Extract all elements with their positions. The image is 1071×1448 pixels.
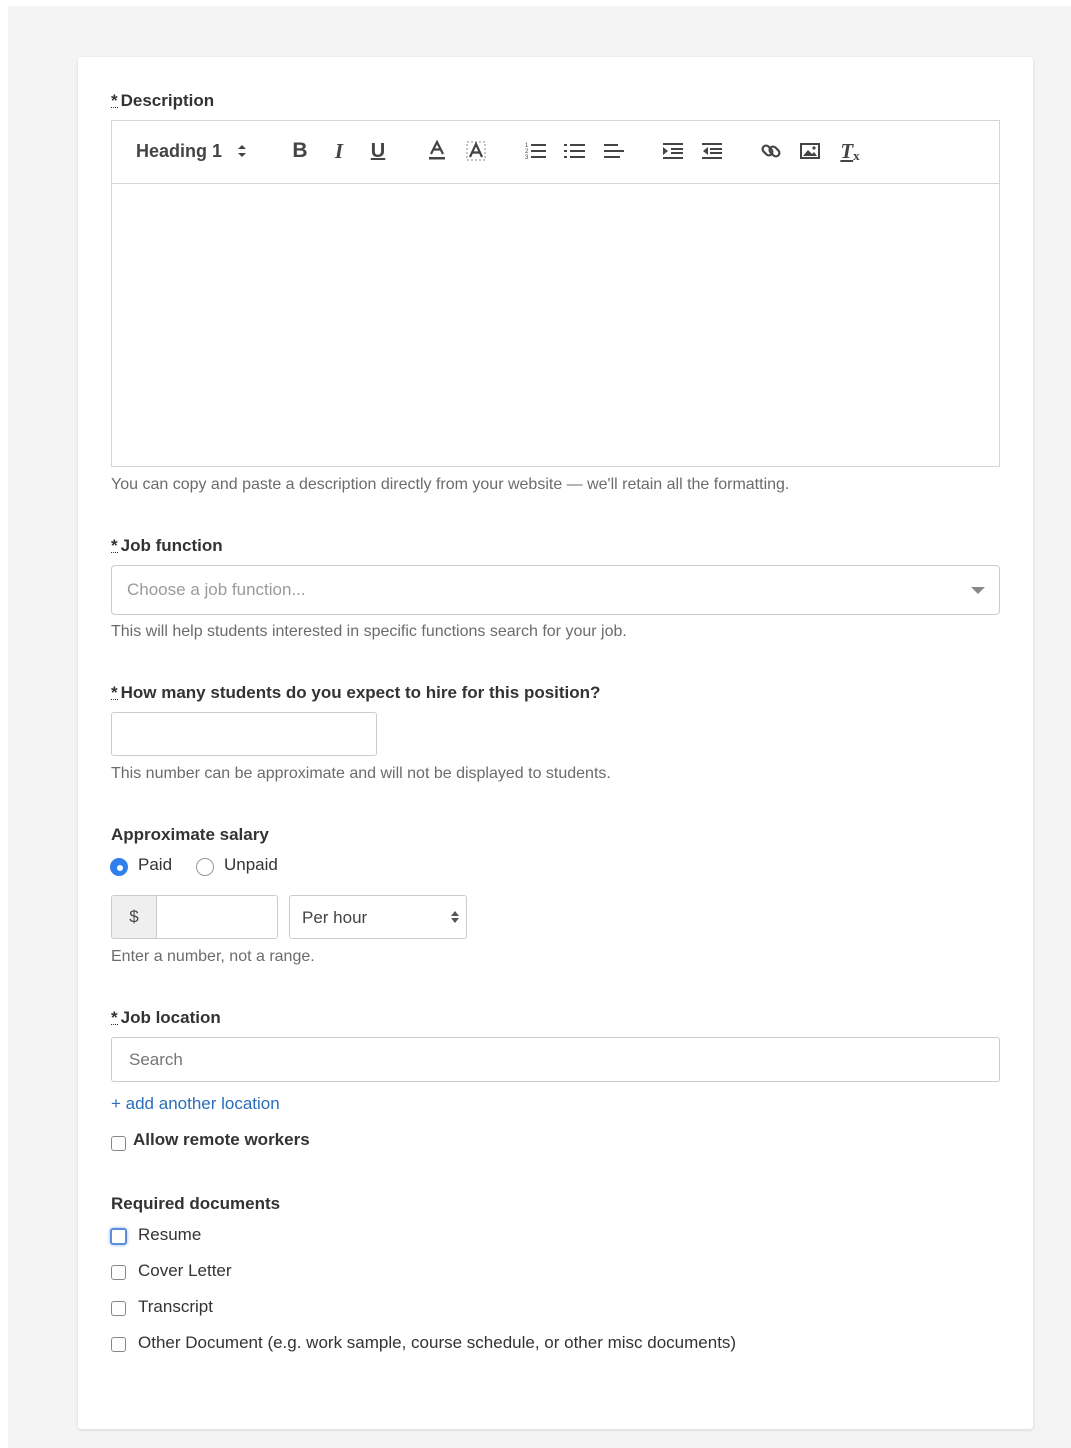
job-form-card: * Description Heading 1 B I U 123 T x Yo… xyxy=(78,57,1033,1429)
resume-checkbox[interactable] xyxy=(110,1228,127,1245)
outdent-icon[interactable] xyxy=(700,137,724,165)
job-function-select[interactable]: Choose a job function... xyxy=(111,565,1000,615)
paid-label: Paid xyxy=(138,855,173,874)
editor-content-area[interactable] xyxy=(112,184,999,466)
salary-amount-input[interactable] xyxy=(158,896,277,938)
salary-period-value: Per hour xyxy=(302,908,368,927)
currency-addon: $ xyxy=(112,896,157,938)
editor-toolbar: Heading 1 B I U 123 T x xyxy=(112,121,999,184)
link-icon[interactable] xyxy=(759,137,783,165)
required-mark: * xyxy=(111,536,118,555)
location-label: * Job location xyxy=(111,1008,221,1027)
page-background: * Description Heading 1 B I U 123 T x Yo… xyxy=(8,6,1071,1448)
other-document-label: Other Document (e.g. work sample, course… xyxy=(138,1333,737,1352)
students-label: * How many students do you expect to hire… xyxy=(111,683,601,702)
underline-icon[interactable]: U xyxy=(366,137,390,165)
clear-format-icon[interactable]: Tx xyxy=(838,137,862,165)
salary-hint: Enter a number, not a range. xyxy=(111,948,315,965)
cover-letter-label: Cover Letter xyxy=(138,1261,232,1280)
documents-label: Required documents xyxy=(111,1194,281,1213)
students-count-input[interactable] xyxy=(111,712,377,756)
bullet-list-icon[interactable] xyxy=(563,137,587,165)
resume-label: Resume xyxy=(138,1225,202,1244)
cover-letter-checkbox[interactable] xyxy=(111,1265,126,1280)
remote-workers-label: Allow remote workers xyxy=(133,1130,310,1149)
updown-icon xyxy=(238,145,247,157)
unpaid-radio[interactable] xyxy=(196,858,214,876)
location-search-input[interactable] xyxy=(111,1037,1000,1082)
description-editor: Heading 1 B I U 123 T x xyxy=(111,120,1000,467)
required-mark: * xyxy=(111,91,118,110)
transcript-checkbox[interactable] xyxy=(111,1301,126,1316)
required-mark: * xyxy=(111,683,118,702)
required-mark: * xyxy=(111,1008,118,1027)
chevron-down-icon xyxy=(971,587,985,594)
job-function-placeholder: Choose a job function... xyxy=(127,580,306,599)
salary-amount-group: $ xyxy=(111,895,278,939)
indent-icon[interactable] xyxy=(661,137,685,165)
bold-icon[interactable]: B xyxy=(288,137,312,165)
other-document-checkbox[interactable] xyxy=(111,1337,126,1352)
image-icon[interactable] xyxy=(798,137,822,165)
ordered-list-icon[interactable]: 123 xyxy=(524,137,548,165)
background-color-icon[interactable] xyxy=(464,137,488,165)
heading-select[interactable]: Heading 1 xyxy=(136,137,256,165)
students-hint: This number can be approximate and will … xyxy=(111,765,611,782)
italic-icon[interactable]: I xyxy=(327,137,351,165)
svg-text:3: 3 xyxy=(525,155,529,161)
remote-workers-checkbox[interactable] xyxy=(111,1136,126,1151)
description-label: * Description xyxy=(111,91,215,110)
transcript-label: Transcript xyxy=(138,1297,213,1316)
add-location-link[interactable]: + add another location xyxy=(111,1094,280,1114)
job-function-hint: This will help students interested in sp… xyxy=(111,623,627,640)
job-function-label: * Job function xyxy=(111,536,223,555)
text-color-icon[interactable] xyxy=(425,137,449,165)
updown-icon xyxy=(451,911,459,923)
unpaid-label: Unpaid xyxy=(224,855,278,874)
paid-radio[interactable] xyxy=(110,858,128,876)
align-icon[interactable] xyxy=(602,137,626,165)
salary-label: Approximate salary xyxy=(111,825,269,844)
salary-period-select[interactable]: Per hour xyxy=(289,895,467,939)
description-hint: You can copy and paste a description dir… xyxy=(111,476,790,493)
